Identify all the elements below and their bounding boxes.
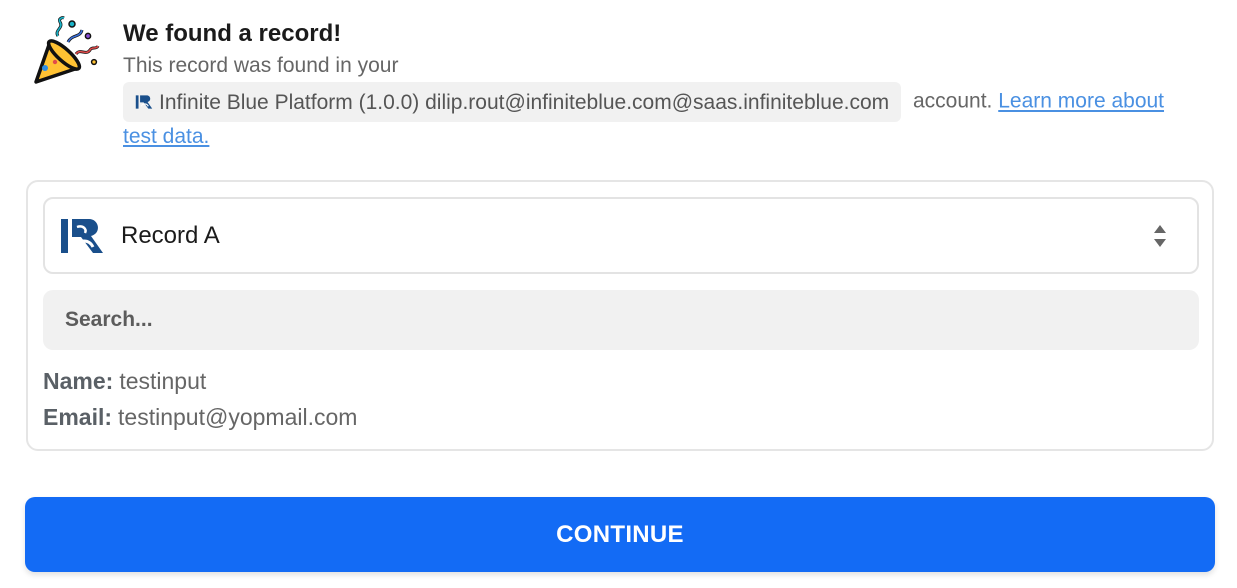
found-in-text: This record was found in your bbox=[123, 54, 399, 77]
continue-button[interactable]: CONTINUE bbox=[25, 497, 1215, 572]
chevron-up-down-icon[interactable] bbox=[1153, 223, 1167, 249]
field-row-name: Name: testinput bbox=[43, 366, 206, 396]
search-input[interactable] bbox=[43, 290, 1199, 350]
record-selector[interactable]: Record A bbox=[43, 197, 1199, 274]
infinite-blue-logo-icon bbox=[135, 95, 153, 109]
found-record-panel: We found a record! This record was found… bbox=[0, 0, 1237, 588]
account-chip: Infinite Blue Platform (1.0.0) dilip.rou… bbox=[123, 82, 902, 122]
field-row-email: Email: testinput@yopmail.com bbox=[43, 402, 357, 432]
party-popper-icon bbox=[34, 16, 100, 84]
learn-more-link-continued[interactable]: test data. bbox=[123, 125, 209, 148]
field-label: Name: bbox=[43, 368, 114, 394]
field-value: testinput bbox=[119, 368, 207, 394]
selected-record-label: Record A bbox=[121, 221, 220, 249]
account-line: Infinite Blue Platform (1.0.0) dilip.rou… bbox=[123, 82, 1223, 122]
link-line: test data. bbox=[123, 122, 1223, 152]
header-text: We found a record! This record was found… bbox=[123, 18, 1223, 152]
account-name: Infinite Blue Platform (1.0.0) dilip.rou… bbox=[159, 90, 890, 114]
record-card: Record A Name:testinput Email:testinput@… bbox=[26, 180, 1214, 451]
account-suffix: account. bbox=[913, 89, 993, 113]
field-label: Email: bbox=[43, 404, 113, 430]
field-value: testinput@yopmail.com bbox=[118, 404, 358, 430]
infinite-blue-logo-icon bbox=[61, 218, 103, 253]
learn-more-link[interactable]: Learn more about bbox=[998, 90, 1164, 113]
page-title: We found a record! bbox=[123, 20, 342, 47]
